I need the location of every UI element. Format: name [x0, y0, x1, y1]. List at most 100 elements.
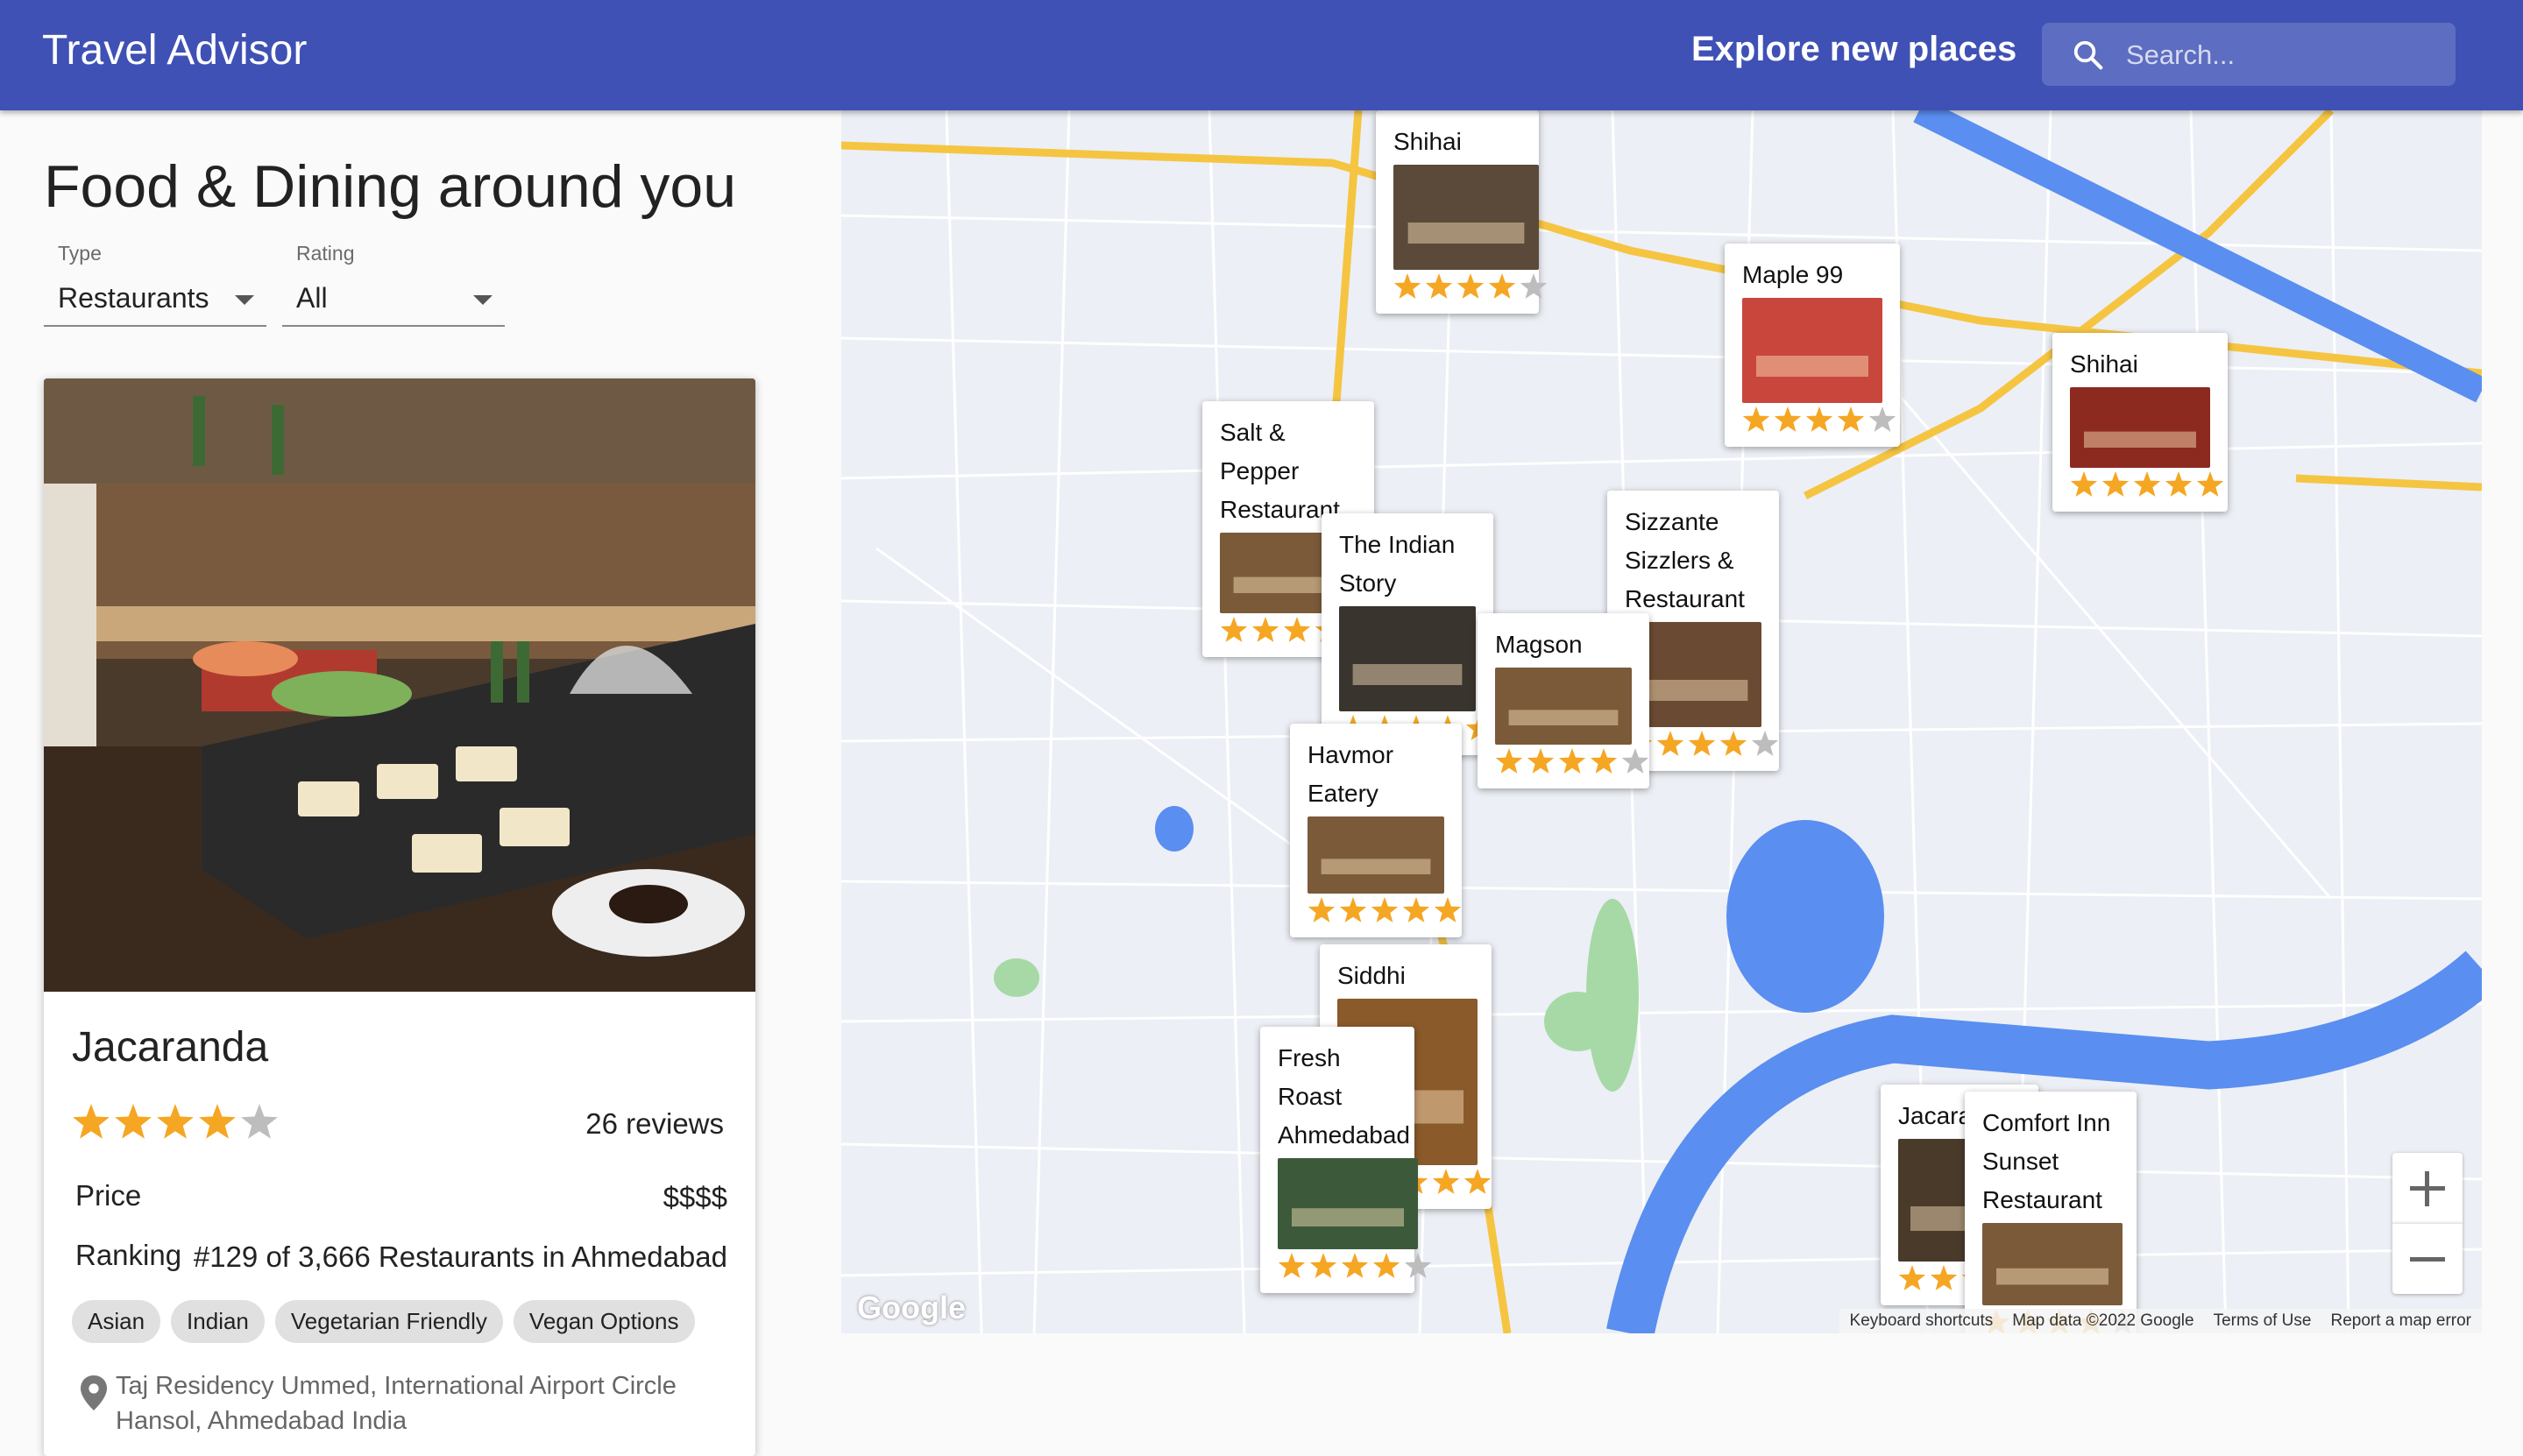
- star-filled-icon: [1456, 273, 1485, 299]
- map-place-rating: [1278, 1253, 1432, 1283]
- tag-chip[interactable]: Vegan Options: [513, 1300, 695, 1343]
- star-filled-icon: [1434, 897, 1462, 922]
- rating-stars: [72, 1104, 282, 1148]
- star-filled-icon: [1278, 1253, 1306, 1278]
- star-filled-icon: [1372, 1253, 1400, 1278]
- keyboard-shortcuts-link[interactable]: Keyboard shortcuts: [1850, 1309, 1994, 1333]
- star-filled-icon: [1527, 748, 1555, 774]
- map-place-photo: [1308, 816, 1444, 894]
- map-place-photo: [1393, 165, 1539, 270]
- map-place-photo: [1742, 298, 1882, 403]
- star-filled-icon: [115, 1104, 152, 1139]
- star-filled-icon: [1495, 748, 1523, 774]
- map-place-rating: [1742, 406, 1896, 436]
- star-filled-icon: [1719, 731, 1747, 756]
- map-place-card[interactable]: Shihai: [2052, 333, 2228, 512]
- map-place-name: Comfort Inn Sunset Restaurant: [1982, 1109, 2111, 1213]
- map-place-photo: [1278, 1158, 1418, 1249]
- star-filled-icon: [1341, 1253, 1369, 1278]
- map-place-rating: [2070, 471, 2224, 501]
- star-filled-icon: [1837, 406, 1865, 432]
- star-filled-icon: [1371, 897, 1399, 922]
- zoom-out-button[interactable]: [2392, 1223, 2463, 1294]
- report-error-link[interactable]: Report a map error: [2330, 1309, 2471, 1333]
- star-filled-icon: [1402, 897, 1430, 922]
- map-place-card[interactable]: Comfort Inn Sunset Restaurant: [1965, 1092, 2137, 1333]
- ranking-label: Ranking: [75, 1239, 182, 1271]
- map-place-name: Siddhi: [1337, 962, 1406, 989]
- star-rating: [1278, 1253, 1432, 1278]
- star-filled-icon: [1558, 748, 1586, 774]
- map-place-card[interactable]: Shihai: [1376, 110, 1548, 314]
- map-place-card[interactable]: Havmor Eatery: [1290, 724, 1462, 937]
- star-filled-icon: [1590, 748, 1618, 774]
- map-place-name: Sizzante Sizzlers & Restaurant: [1625, 508, 1745, 612]
- map-place-rating: [1393, 273, 1548, 303]
- map-place-name: Shihai: [1393, 128, 1462, 155]
- place-detail-card[interactable]: Jacaranda 26 reviews Price $$$$ Ranking …: [44, 378, 755, 1456]
- map-place-name: Shihai: [2070, 350, 2138, 378]
- star-rating: [1393, 273, 1548, 299]
- star-rating: [1495, 748, 1649, 774]
- tag-chip[interactable]: Vegetarian Friendly: [274, 1300, 503, 1343]
- location-pin-icon: [81, 1375, 107, 1410]
- terms-link[interactable]: Terms of Use: [2214, 1309, 2312, 1333]
- map-place-card[interactable]: Maple 99: [1725, 244, 1900, 447]
- star-filled-icon: [1898, 1265, 1926, 1290]
- map-place-name: Havmor Eatery: [1308, 741, 1394, 807]
- review-count: 26 reviews: [585, 1107, 724, 1140]
- star-rating: [1308, 897, 1462, 922]
- star-filled-icon: [1393, 273, 1421, 299]
- star-filled-icon: [199, 1104, 236, 1139]
- star-filled-icon: [2133, 471, 2161, 497]
- star-filled-icon: [1432, 1169, 1460, 1194]
- rating-select-value: All: [296, 282, 328, 314]
- rating-filter-label: Rating: [296, 242, 355, 265]
- star-filled-icon: [1220, 617, 1248, 642]
- star-filled-icon: [2165, 471, 2193, 497]
- price-value: $$$$: [663, 1181, 727, 1213]
- star-filled-icon: [2070, 471, 2098, 497]
- star-empty-icon: [1868, 406, 1896, 432]
- star-rating: [1742, 406, 1896, 432]
- star-empty-icon: [1520, 273, 1548, 299]
- type-filter-label: Type: [58, 242, 102, 265]
- star-filled-icon: [2101, 471, 2130, 497]
- map-place-rating: [1495, 748, 1649, 778]
- app-title: Travel Advisor: [42, 27, 308, 74]
- type-select[interactable]: Restaurants: [44, 276, 266, 327]
- star-filled-icon: [157, 1104, 194, 1139]
- star-filled-icon: [1425, 273, 1453, 299]
- ranking-value: #129 of 3,666 Restaurants in Ahmedabad: [193, 1240, 727, 1273]
- map-place-rating: [1308, 897, 1462, 927]
- map-place-card[interactable]: Magson: [1478, 613, 1649, 788]
- map-place-card[interactable]: The Indian Story: [1322, 513, 1493, 755]
- map-view[interactable]: Shihai Maple 99 Shihai Salt & Pepper Restau…: [841, 110, 2482, 1333]
- star-filled-icon: [1488, 273, 1516, 299]
- search-box[interactable]: [2042, 23, 2456, 88]
- place-name: Jacaranda: [72, 1024, 269, 1071]
- chevron-down-icon: [473, 295, 493, 305]
- app-bar: Travel Advisor Explore new places: [0, 0, 2523, 110]
- map-place-name: Fresh Roast Ahmedabad: [1278, 1044, 1411, 1149]
- map-place-name: Maple 99: [1742, 261, 1844, 288]
- star-empty-icon: [1751, 731, 1779, 756]
- star-filled-icon: [1742, 406, 1770, 432]
- search-input[interactable]: [2124, 23, 2443, 88]
- tag-chip[interactable]: Indian: [171, 1300, 265, 1343]
- tag-chip[interactable]: Asian: [72, 1300, 161, 1343]
- plus-icon-stem: [2425, 1171, 2429, 1206]
- map-place-card[interactable]: Fresh Roast Ahmedabad: [1260, 1027, 1432, 1293]
- type-filter[interactable]: Type Restaurants: [44, 242, 266, 327]
- page-title: Food & Dining around you: [44, 153, 737, 220]
- rating-select[interactable]: All: [282, 276, 505, 327]
- star-rating: [2070, 471, 2224, 497]
- map-place-photo: [1495, 668, 1632, 745]
- map-place-photo: [1339, 606, 1476, 711]
- zoom-in-button[interactable]: [2392, 1153, 2463, 1223]
- rating-filter[interactable]: Rating All: [282, 242, 505, 327]
- star-filled-icon: [1656, 731, 1684, 756]
- map-place-name: Salt & Pepper Restaurant: [1220, 419, 1340, 523]
- star-filled-icon: [1251, 617, 1279, 642]
- star-filled-icon: [1283, 617, 1311, 642]
